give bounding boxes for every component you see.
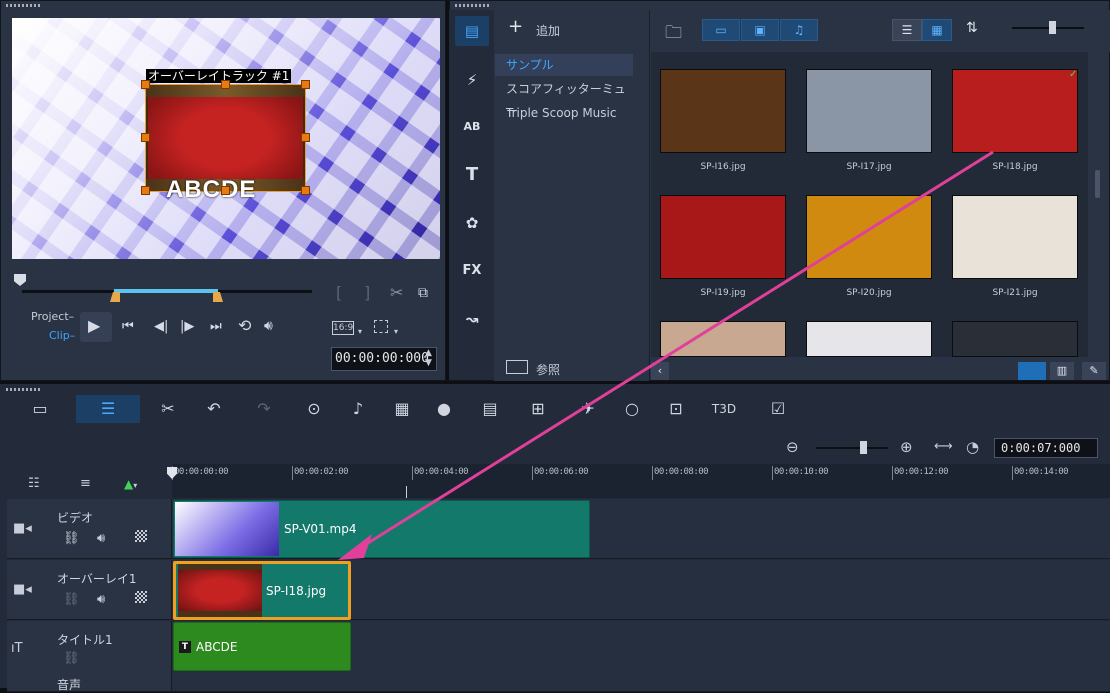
- drag-arrow: [338, 150, 994, 560]
